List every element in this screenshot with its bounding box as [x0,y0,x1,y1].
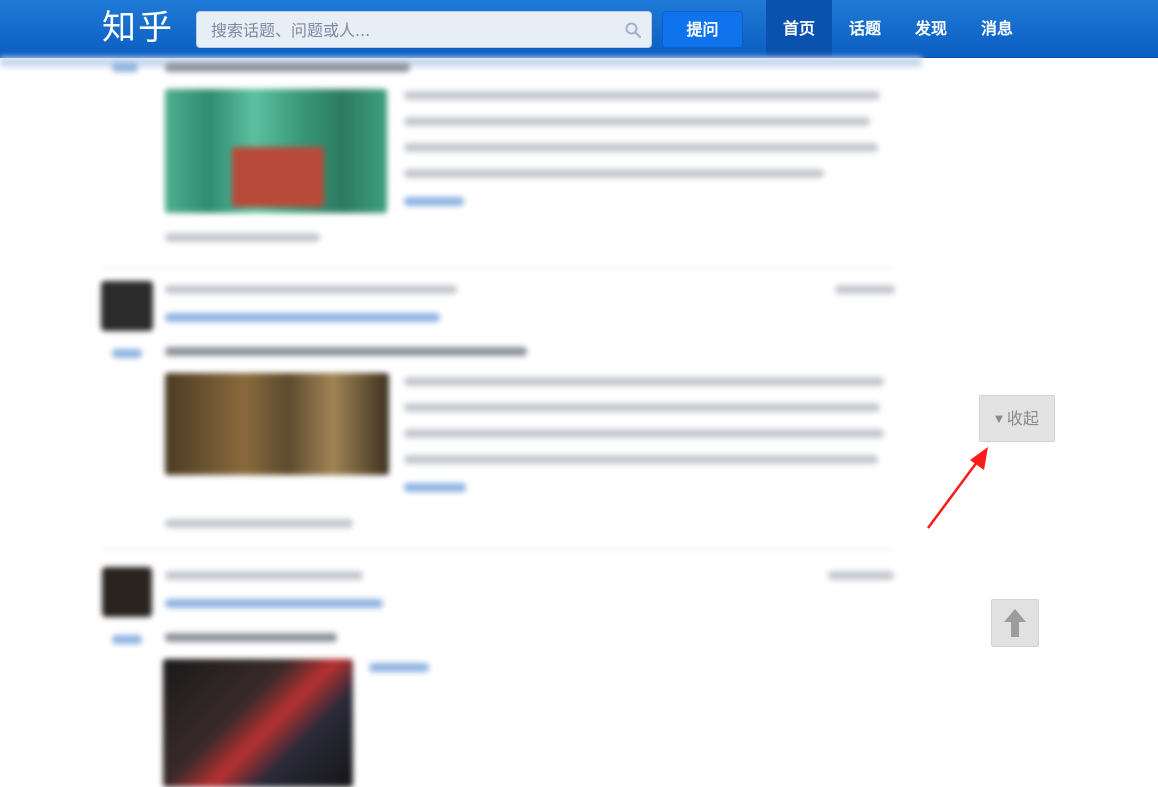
item-text-line [404,169,824,178]
item-thumbnail [163,659,353,787]
nav-explore[interactable]: 发现 [898,0,964,57]
top-navbar: 知乎 提问 首页 话题 发现 消息 [0,0,1158,58]
zhihu-logo[interactable]: 知乎 [102,6,174,50]
vote-badge [112,349,142,358]
back-to-top-button[interactable] [991,599,1039,647]
item-text-line [404,143,878,152]
main-nav: 首页 话题 发现 消息 [766,0,1030,57]
item-text-line [404,377,884,386]
author-avatar [101,281,153,331]
author-avatar [102,567,152,617]
item-source [165,571,363,580]
item-author-line [165,347,527,356]
item-text-line [404,429,884,438]
nav-messages[interactable]: 消息 [964,0,1030,57]
annotation-arrow [926,447,988,529]
up-arrow-icon [1004,609,1026,637]
item-text-line [404,91,880,100]
item-thumbnail [165,373,389,475]
item-text-line [404,403,880,412]
read-more-link [404,483,466,492]
item-title [165,63,410,72]
search-icon[interactable] [625,22,641,38]
item-text-line [404,117,870,126]
collapse-icon: ▼ [995,414,1003,425]
read-more-link [369,663,429,672]
item-divider [100,549,896,550]
search-box[interactable] [196,11,652,49]
nav-home[interactable]: 首页 [766,0,833,57]
vote-badge [112,635,142,644]
feed-top-edge [0,57,922,67]
ask-question-button[interactable]: 提问 [662,11,743,48]
item-author-line [165,633,337,642]
search-input[interactable] [209,12,623,49]
item-time [828,571,894,580]
blurred-feed [0,57,922,787]
item-meta [165,519,353,528]
item-thumbnail-detail [232,147,324,207]
item-divider [100,267,896,268]
item-text-line [404,455,878,464]
collapse-label: 收起 [1006,409,1039,428]
item-time [835,285,895,294]
item-source [165,285,457,294]
item-meta [165,233,320,242]
vote-badge [112,63,138,72]
read-more-link [404,197,464,206]
nav-topics[interactable]: 话题 [832,0,898,57]
item-title [165,599,383,608]
collapse-button[interactable]: ▼ 收起 [979,395,1055,442]
item-title [165,313,440,322]
